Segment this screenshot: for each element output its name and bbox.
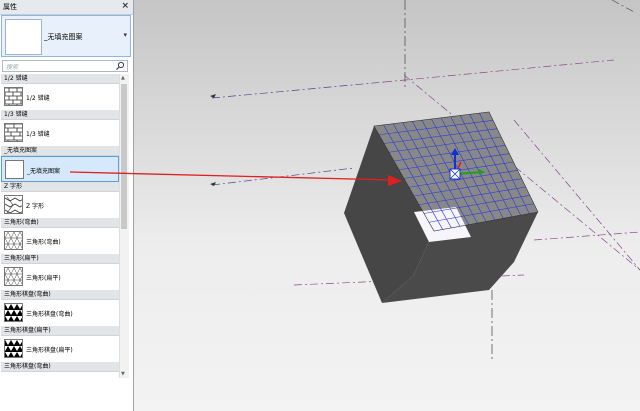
reference-line <box>513 119 640 271</box>
pattern-label: Z 字形 <box>26 203 45 210</box>
pattern-list-item[interactable]: _无填充图案 <box>1 156 119 182</box>
scroll-up-icon[interactable]: ▲ <box>121 75 125 81</box>
pattern-list-item[interactable]: 1/3 错缝 <box>1 120 119 146</box>
pattern-label: 三角形(弯曲) <box>26 239 61 246</box>
pattern-list-item[interactable]: 1/2 错缝 <box>1 84 119 110</box>
type-preview-thumbnail <box>5 19 42 55</box>
pattern-swatch-icon <box>4 231 23 250</box>
reference-line <box>611 0 635 13</box>
properties-panel: 属性 × _无填充图案 ▾ 搜索 1/2 错缝 1/2 错缝 1/3 错缝 1/3 错… <box>0 0 134 411</box>
pattern-group-header[interactable]: 1/2 错缝 <box>1 74 119 84</box>
pattern-swatch-icon <box>4 267 23 286</box>
pattern-swatch-icon <box>4 195 23 214</box>
level-marker-icon <box>210 182 216 186</box>
scrollbar-thumb[interactable] <box>121 84 127 229</box>
3d-viewport[interactable] <box>134 0 640 411</box>
pattern-label: _无填充图案 <box>27 168 61 175</box>
pattern-group-header[interactable]: 三角形棋盘(弯曲) <box>1 362 119 372</box>
pattern-swatch-icon <box>4 303 23 322</box>
type-selector-label: _无填充图案 <box>44 33 83 41</box>
search-input[interactable]: 搜索 <box>2 60 128 72</box>
reference-line <box>211 81 385 99</box>
pattern-group-header[interactable]: 1/3 错缝 <box>1 110 119 120</box>
pattern-label: 三角形(扁平) <box>26 275 61 282</box>
chevron-down-icon[interactable]: ▾ <box>123 31 127 39</box>
pattern-swatch-icon <box>5 160 24 179</box>
pattern-label: 三角形棋盘(扁平) <box>26 347 73 354</box>
pattern-group-header[interactable]: 三角形棋盘(扁平) <box>1 326 119 336</box>
pattern-group-header[interactable]: _无填充图案 <box>1 146 119 156</box>
properties-titlebar: 属性 × <box>0 0 133 15</box>
close-icon[interactable]: × <box>121 1 129 11</box>
fill-pattern-list: 1/2 错缝 1/2 错缝 1/3 错缝 1/3 错缝 _无填充图案 _无填充图案 Z 字形… <box>1 74 119 378</box>
pattern-group-header[interactable]: 三角形(扁平) <box>1 254 119 264</box>
pattern-label: 1/2 错缝 <box>26 95 50 102</box>
pattern-label: 1/3 错缝 <box>26 131 50 138</box>
pattern-list-item[interactable]: 三角形棋盘(弯曲) <box>1 300 119 326</box>
pattern-group-header[interactable]: 三角形棋盘(弯曲) <box>1 290 119 300</box>
list-scrollbar[interactable]: ▲ ▼ <box>119 74 129 378</box>
pattern-list-item[interactable]: Z 字形 <box>1 192 119 218</box>
pattern-swatch-icon <box>4 339 23 358</box>
reference-line <box>383 59 615 83</box>
pattern-swatch-icon <box>4 123 23 142</box>
search-icon[interactable] <box>115 61 125 71</box>
3d-scene[interactable] <box>134 0 640 411</box>
pattern-label: 三角形棋盘(弯曲) <box>26 311 73 318</box>
pattern-group-header[interactable]: 三角形(弯曲) <box>1 218 119 228</box>
search-placeholder: 搜索 <box>6 64 19 71</box>
pattern-list-item[interactable]: 三角形(弯曲) <box>1 228 119 254</box>
type-selector[interactable]: _无填充图案 ▾ <box>1 15 131 57</box>
pattern-list-item[interactable]: 三角形(扁平) <box>1 264 119 290</box>
pattern-group-header[interactable]: Z 字形 <box>1 182 119 192</box>
properties-title: 属性 <box>3 3 17 11</box>
pattern-swatch-icon <box>4 87 23 106</box>
scroll-down-icon[interactable]: ▼ <box>121 371 125 377</box>
reference-line <box>533 231 640 241</box>
reference-line <box>211 167 355 186</box>
pattern-list-item[interactable]: 三角形棋盘(扁平) <box>1 336 119 362</box>
